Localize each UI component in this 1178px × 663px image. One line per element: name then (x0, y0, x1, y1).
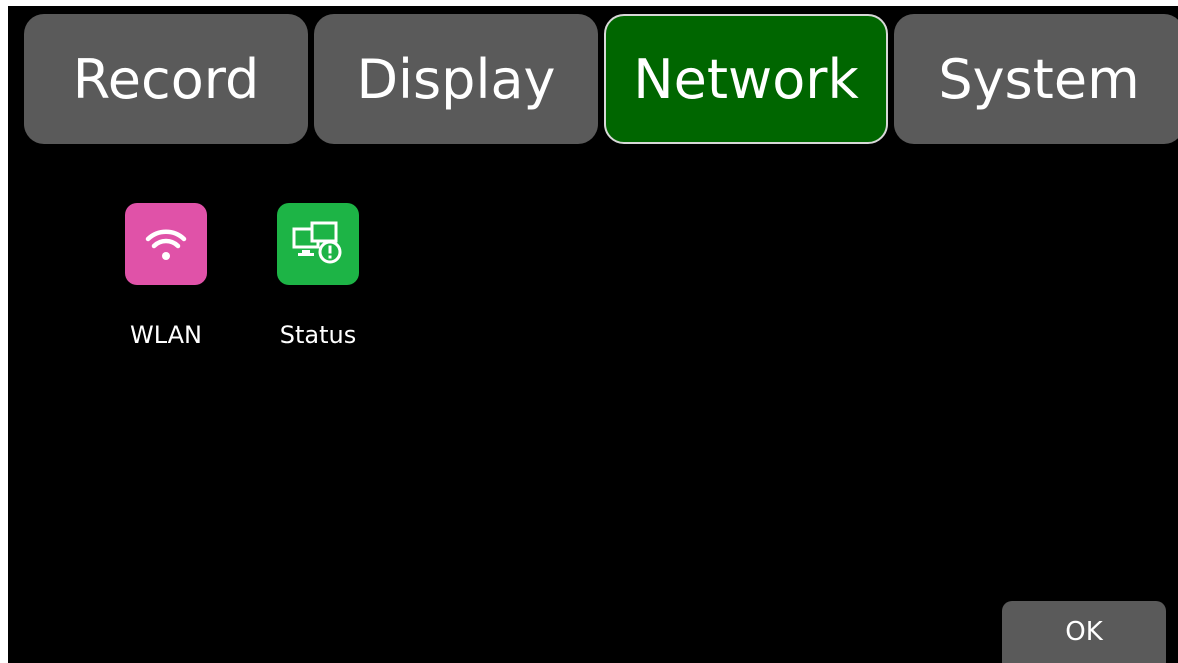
network-status-icon[interactable] (277, 203, 359, 285)
wlan-app[interactable]: WLAN (101, 203, 231, 349)
status-app[interactable]: Status (253, 203, 383, 349)
wlan-label: WLAN (129, 321, 203, 349)
tab-record[interactable]: Record (24, 14, 308, 144)
ok-button[interactable]: OK (1002, 601, 1166, 663)
tab-display[interactable]: Display (314, 14, 598, 144)
screen: Record Display Network System WLAN Statu… (8, 6, 1178, 663)
tab-bar: Record Display Network System (24, 14, 1178, 144)
tab-system[interactable]: System (894, 14, 1178, 144)
wifi-icon[interactable] (125, 203, 207, 285)
status-label: Status (279, 321, 357, 349)
tab-network[interactable]: Network (604, 14, 888, 144)
